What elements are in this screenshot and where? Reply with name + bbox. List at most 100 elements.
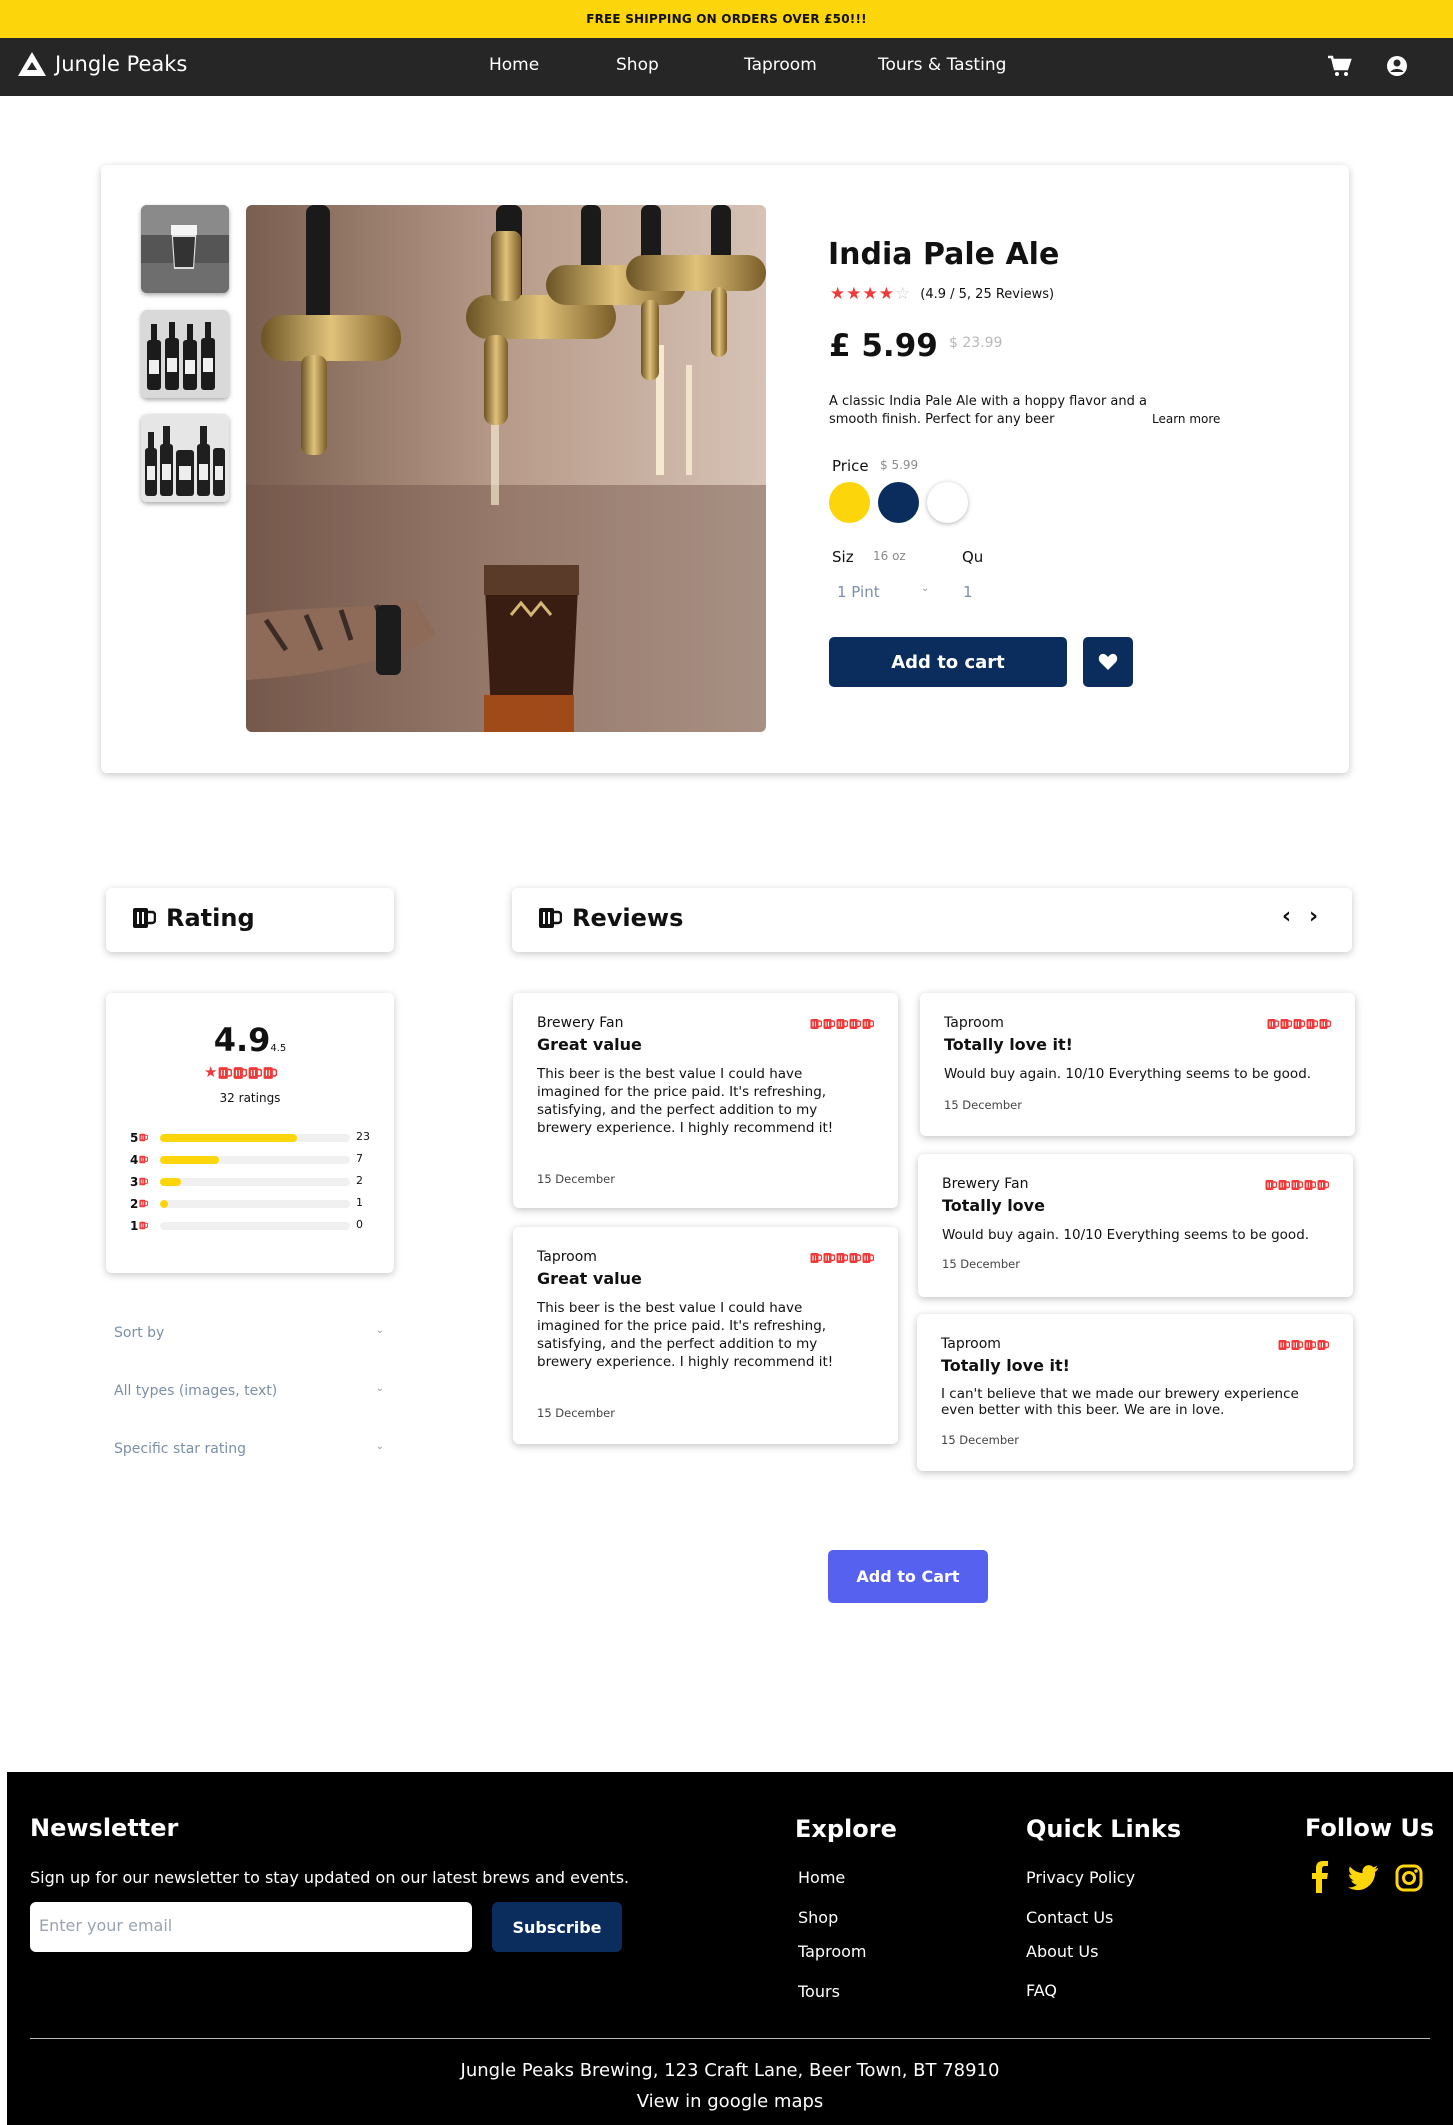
explore-title: Explore [795, 1815, 897, 1843]
beer-mug-icon [233, 1065, 248, 1084]
price-sub: $ 5.99 [880, 458, 919, 472]
beer-mug-icon [1265, 1176, 1278, 1195]
star-filled-icon: ★ [830, 284, 846, 304]
add-to-cart-cta[interactable]: Add to Cart [828, 1550, 988, 1603]
quantity-input[interactable]: 1 [963, 583, 973, 601]
star-filter-select[interactable]: Specific star rating ⌄ [114, 1441, 384, 1457]
beer-mug-icon [1293, 1015, 1306, 1034]
size-label: Siz [832, 548, 854, 566]
rating-bar-label: 4 [130, 1153, 149, 1167]
color-swatch-yellow[interactable] [829, 482, 870, 523]
rating-bar-label: 3 [130, 1175, 149, 1189]
review-title: Great value [537, 1269, 642, 1288]
review-mug-rating [1265, 1176, 1330, 1195]
color-swatch-navy[interactable] [878, 482, 919, 523]
beer-mug-icon [139, 1197, 149, 1211]
review-text: Would buy again. 10/10 Everything seems … [944, 1066, 1312, 1082]
google-maps-link[interactable]: View in google maps [7, 2091, 1453, 2112]
beer-mug-icon [810, 1249, 823, 1268]
review-text: This beer is the best value I could have… [537, 1300, 834, 1370]
price-label: Price [832, 457, 869, 475]
chevron-down-icon: ⌄ [375, 1441, 384, 1452]
rating-bar-count: 0 [356, 1218, 363, 1231]
beer-mug-icon [849, 1249, 862, 1268]
review-mug-rating [1267, 1015, 1332, 1034]
beer-mug-icon [139, 1219, 149, 1233]
star-filled-icon: ★ [846, 284, 862, 304]
footer-link-tours[interactable]: Tours [798, 1982, 840, 2001]
star-filled-icon: ★ [862, 284, 878, 304]
rating-bar-track [160, 1222, 350, 1230]
rating-bar-track [160, 1178, 350, 1186]
rating-summary: (4.9 / 5, 25 Reviews) [920, 287, 1055, 302]
follow-us-title: Follow Us [1305, 1814, 1435, 1842]
thumbnail-glass[interactable] [141, 205, 229, 293]
type-filter-select[interactable]: All types (images, text) ⌄ [114, 1383, 384, 1399]
beer-mug-icon [1291, 1336, 1304, 1355]
beer-mug-icon [1304, 1336, 1317, 1355]
review-title: Totally love it! [944, 1035, 1073, 1054]
rating-bar-label: 1 [130, 1219, 149, 1233]
sort-by-select[interactable]: Sort by ⌄ [114, 1325, 384, 1341]
beer-mug-icon [849, 1015, 862, 1034]
rating-bar-fill [160, 1200, 168, 1208]
footer-link-contact[interactable]: Contact Us [1026, 1908, 1113, 1927]
rating-bar-label: 2 [130, 1197, 149, 1211]
email-field[interactable]: Enter your email [30, 1902, 472, 1952]
brand-logo[interactable]: Jungle Peaks [17, 51, 187, 77]
color-swatch-white[interactable] [927, 482, 968, 523]
user-icon[interactable] [1384, 53, 1410, 79]
beer-mug-icon [248, 1065, 263, 1084]
footer-link-taproom[interactable]: Taproom [798, 1942, 866, 1961]
nav-tours[interactable]: Tours & Tasting [878, 55, 1006, 75]
star-filled-icon: ★ [204, 1063, 218, 1081]
rating-bar-count: 7 [356, 1152, 363, 1165]
footer-link-privacy[interactable]: Privacy Policy [1026, 1868, 1135, 1887]
rating-bar-label: 5 [130, 1131, 149, 1145]
wishlist-button[interactable] [1083, 637, 1133, 687]
footer-link-faq[interactable]: FAQ [1026, 1981, 1057, 2000]
size-sub: 16 oz [873, 549, 906, 563]
beer-mug-icon [1278, 1336, 1291, 1355]
chevron-left-icon[interactable]: ‹ [1282, 904, 1291, 929]
size-value: 1 Pint [837, 583, 880, 601]
instagram-icon[interactable] [1395, 1864, 1423, 1892]
beer-mug-icon [1291, 1176, 1304, 1195]
review-mug-rating [1278, 1336, 1330, 1355]
review-mug-rating [810, 1015, 875, 1034]
footer-divider [30, 2038, 1430, 2039]
review-card: Taproom Totally love it! I can't believe… [917, 1314, 1353, 1471]
heart-icon [1098, 653, 1118, 670]
rating-summary-card: 4.94.5 ★ 32 ratings 5 23 4 7 3 2 2 1 1 0 [106, 993, 394, 1273]
beer-mug-icon [139, 1131, 149, 1145]
review-card: Brewery Fan Great value This beer is the… [513, 993, 898, 1208]
footer-link-shop[interactable]: Shop [798, 1908, 838, 1927]
thumbnail-lineup[interactable] [141, 414, 229, 502]
review-date: 15 December [944, 1098, 1022, 1112]
rating-bar-fill [160, 1134, 297, 1142]
footer: Newsletter Sign up for our newsletter to… [7, 1772, 1453, 2125]
review-mug-rating [810, 1249, 875, 1268]
promo-banner: FREE SHIPPING ON ORDERS OVER £50!!! [0, 0, 1453, 38]
learn-more-link[interactable]: Learn more [1152, 412, 1220, 426]
facebook-icon[interactable] [1309, 1861, 1329, 1893]
twitter-icon[interactable] [1347, 1865, 1379, 1892]
chevron-right-icon[interactable]: › [1309, 904, 1318, 929]
footer-link-about[interactable]: About Us [1026, 1942, 1098, 1961]
product-description: A classic India Pale Ale with a hoppy fl… [829, 394, 1147, 427]
footer-link-home[interactable]: Home [798, 1868, 845, 1887]
thumbnail-bottles[interactable] [141, 310, 229, 398]
chevron-down-icon: ⌄ [375, 1325, 384, 1336]
add-to-cart-button[interactable]: Add to cart [829, 637, 1067, 687]
subscribe-button[interactable]: Subscribe [492, 1902, 622, 1952]
cart-icon[interactable] [1326, 53, 1352, 79]
star-empty-icon: ☆ [895, 284, 911, 304]
review-text: I can't believe that we made our brewery… [941, 1386, 1299, 1418]
nav-taproom[interactable]: Taproom [744, 55, 817, 75]
size-select[interactable]: 1 Pint ⌄ [837, 583, 933, 601]
nav-shop[interactable]: Shop [616, 55, 659, 75]
reviews-header: Reviews ‹ › [512, 888, 1352, 952]
beer-mug-icon [139, 1153, 149, 1167]
rating-bar-star: 3 [130, 1175, 139, 1189]
nav-home[interactable]: Home [489, 55, 539, 75]
